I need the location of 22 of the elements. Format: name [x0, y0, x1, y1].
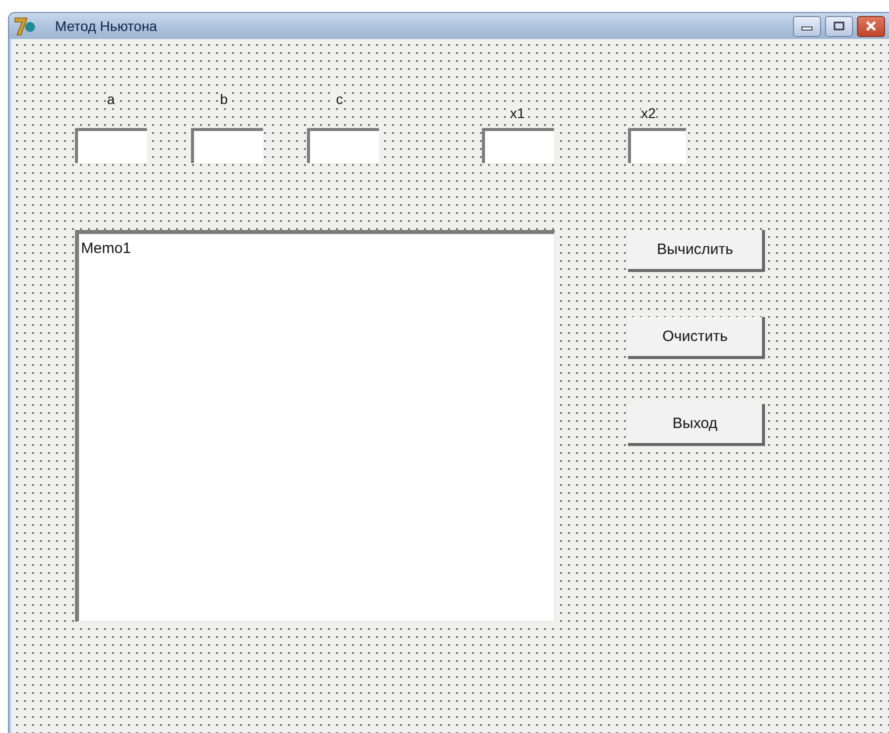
app-logo-icon [13, 15, 37, 37]
memo-field[interactable]: Memo1 [75, 230, 555, 622]
input-field[interactable] [482, 128, 554, 163]
input-field[interactable] [191, 128, 263, 163]
minimize-button[interactable] [793, 16, 821, 36]
form-button[interactable]: Вычислить [628, 230, 765, 272]
window-title: Метод Ньютона [55, 18, 158, 34]
close-button[interactable] [857, 16, 885, 36]
maximize-icon [833, 21, 845, 31]
form-button[interactable]: Очистить [628, 317, 765, 359]
input-field[interactable] [628, 128, 686, 163]
input-field[interactable] [307, 128, 379, 163]
field-label: x1 [510, 105, 525, 121]
field-label: b [220, 91, 228, 107]
memo-text: Memo1 [81, 240, 132, 257]
close-icon [865, 21, 877, 31]
maximize-button[interactable] [825, 16, 853, 36]
field-label: x2 [641, 105, 656, 121]
input-field[interactable] [75, 128, 147, 163]
form-button[interactable]: Выход [628, 404, 765, 446]
field-label: c [336, 91, 343, 107]
field-label: a [107, 91, 115, 107]
